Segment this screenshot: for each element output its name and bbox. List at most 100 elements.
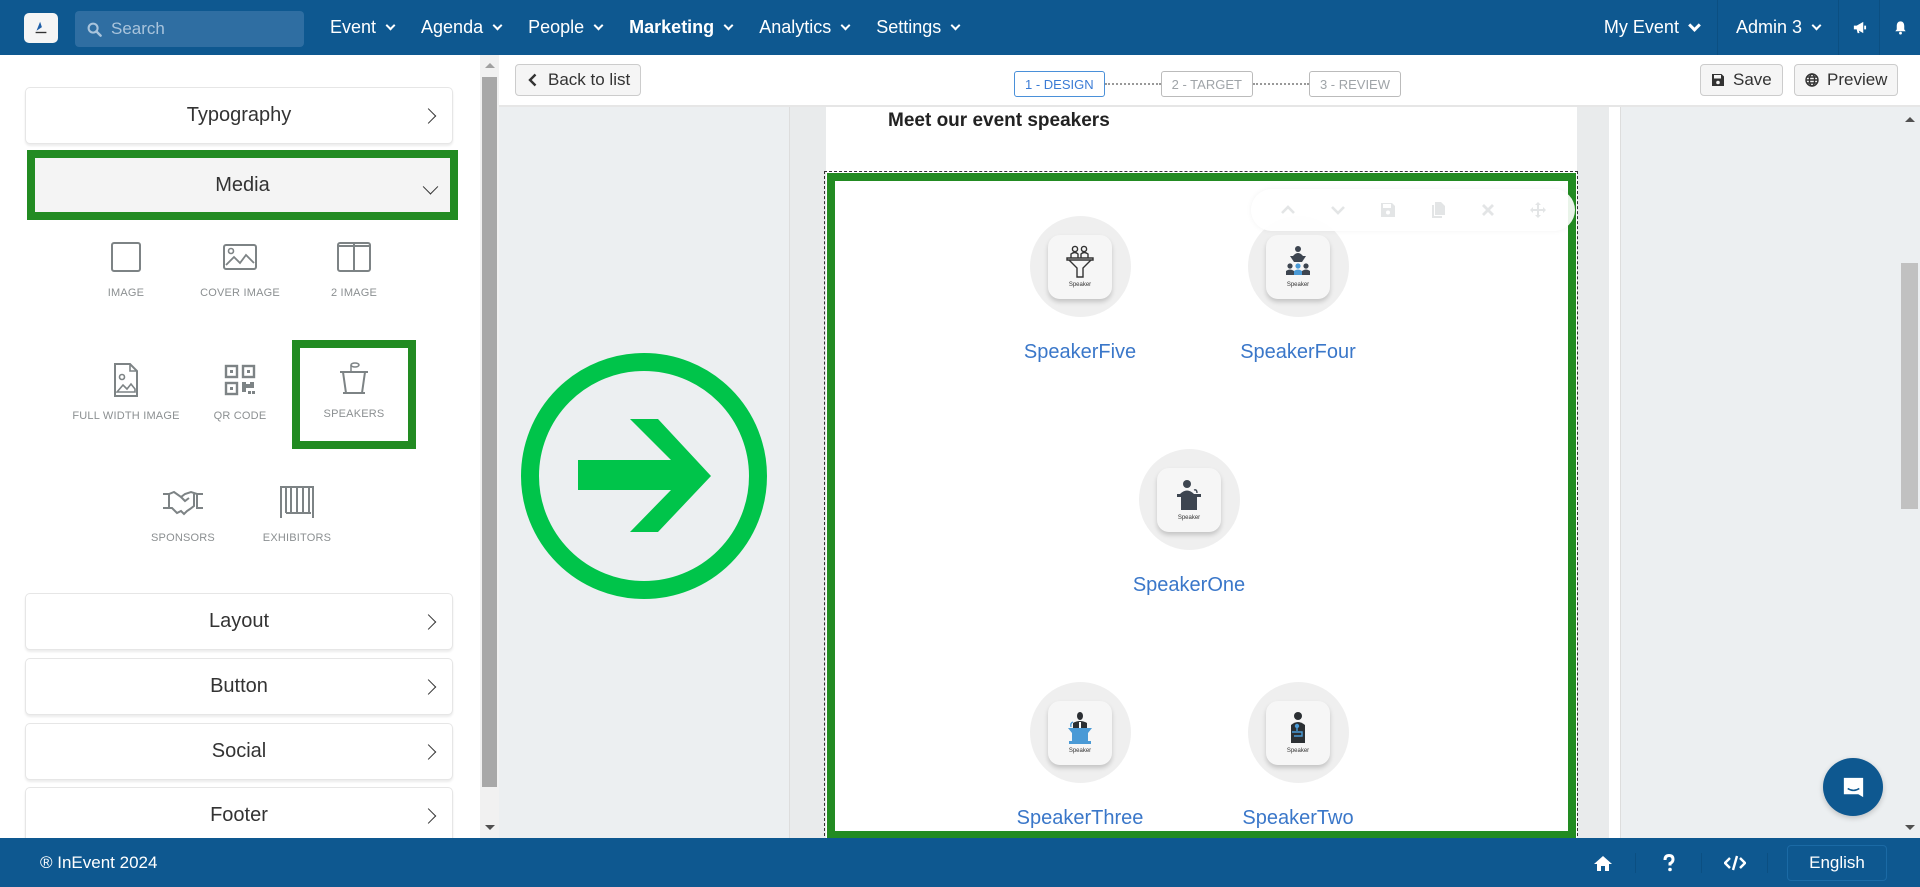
speaker-name[interactable]: SpeakerOne [1133,574,1245,597]
chevron-down-icon [422,179,439,195]
help-button[interactable] [1636,852,1702,873]
copy-icon[interactable] [1429,201,1447,219]
scroll-down-arrow-icon[interactable] [1905,825,1915,830]
step-target[interactable]: 2 - TARGET [1160,71,1253,97]
nav-analytics[interactable]: Analytics [759,17,851,38]
accordion-layout[interactable]: Layout [25,593,453,650]
speaker-avatar: Speaker [1247,682,1349,783]
chevron-down-icon [1688,18,1701,32]
speaker-image: Speaker [1157,467,1221,532]
inevent-logo[interactable] [24,13,58,43]
nav-label: Analytics [759,17,832,37]
language-selector[interactable]: English [1787,844,1887,881]
speaker-caption: Speaker [1177,515,1201,521]
notifications-button[interactable] [1879,0,1920,55]
nav-people[interactable]: People [528,17,604,38]
block-two-image[interactable]: 2 IMAGE [299,227,409,327]
search-box[interactable] [75,11,304,47]
event-selector-label: My Event [1603,17,1679,37]
block-speakers[interactable]: SPEAKERS [292,340,416,449]
nav-label: Marketing [629,17,715,37]
block-sponsors[interactable]: SPONSORS [128,472,238,572]
scrollbar-thumb[interactable] [482,77,497,787]
block-image[interactable]: IMAGE [71,227,181,327]
speaker-card[interactable]: Speaker SpeakerFour [1198,216,1398,364]
speaker-name[interactable]: SpeakerFive [1024,341,1136,364]
nav-event[interactable]: Event [330,17,396,38]
accordion-label: Social [211,740,267,762]
speaker-name[interactable]: SpeakerTwo [1242,807,1353,830]
scrollbar-thumb[interactable] [1901,263,1918,509]
top-right-controls: My Event Admin 3 [1586,0,1920,55]
speaker-card[interactable]: Speaker SpeakerThree [980,682,1180,830]
scroll-down-arrow-icon[interactable] [485,825,495,830]
chevron-down-icon [723,20,734,30]
bell-icon [1894,21,1906,35]
step-review[interactable]: 3 - REVIEW [1308,71,1402,97]
save-icon[interactable] [1379,201,1397,219]
accordion-social[interactable]: Social [25,723,453,780]
accordion-label: Layout [208,610,270,632]
qr-code-icon [224,364,256,396]
accordion-button[interactable]: Button [25,658,453,715]
block-full-width-image[interactable]: FULL WIDTH IMAGE [71,350,181,450]
step-design[interactable]: 1 - DESIGN [1014,71,1105,97]
delete-icon[interactable] [1479,201,1497,219]
footer-bar: ® InEvent 2024 English [0,838,1920,887]
speaker-caption: Speaker [1068,748,1092,754]
announcements-button[interactable] [1838,0,1879,55]
block-qr-code[interactable]: QR CODE [185,350,295,450]
chat-support-button[interactable] [1823,758,1883,816]
save-label: Save [1733,70,1772,89]
speaker-card[interactable]: Speaker SpeakerFive [980,216,1180,364]
tile-label: EXHIBITORS [262,532,332,544]
speaker-name[interactable]: SpeakerThree [1017,807,1144,830]
wizard-steps: 1 - DESIGN 2 - TARGET 3 - REVIEW [1014,71,1402,97]
user-menu[interactable]: Admin 3 [1716,0,1838,55]
scroll-up-arrow-icon[interactable] [1905,117,1915,122]
tile-label: SPEAKERS [323,408,385,420]
nav-agenda[interactable]: Agenda [421,17,503,38]
nav-settings[interactable]: Settings [876,17,961,38]
move-up-icon[interactable] [1279,201,1297,219]
accordion-footer[interactable]: Footer [25,787,453,838]
speaker-name[interactable]: SpeakerFour [1240,341,1356,364]
block-exhibitors[interactable]: EXHIBITORS [242,472,352,572]
copyright-text: ® InEvent 2024 [40,853,158,872]
drag-icon[interactable] [1529,201,1547,219]
accordion-media[interactable]: Media [27,150,458,220]
blocks-sidebar: Typography Media IMAGE COVER IMAGE 2 IMA… [0,55,480,838]
chevron-down-icon [492,20,503,30]
user-menu-label: Admin 3 [1735,17,1802,37]
speaker-image: Speaker [1266,700,1330,765]
speaker-card[interactable]: Speaker SpeakerTwo [1198,682,1398,830]
arrow-right-circle-icon [521,353,767,599]
move-down-icon[interactable] [1329,201,1347,219]
search-icon [87,22,102,37]
tile-label: QR CODE [213,410,267,422]
main-nav: Event Agenda People Marketing Analytics … [330,0,986,55]
canvas-scrollbar[interactable] [1899,107,1920,838]
embed-code-button[interactable] [1702,852,1768,873]
scroll-up-arrow-icon[interactable] [485,63,495,68]
save-button[interactable]: Save [1700,64,1783,96]
accordion-typography[interactable]: Typography [25,87,453,144]
tile-label: 2 IMAGE [330,287,378,299]
preview-button[interactable]: Preview [1794,64,1899,96]
step-connector [1104,83,1161,85]
chevron-right-icon [420,678,437,695]
tile-label: SPONSORS [151,532,215,544]
sidebar-scrollbar[interactable] [480,55,499,838]
search-input[interactable] [111,19,281,39]
back-to-list-button[interactable]: Back to list [515,64,642,96]
event-selector[interactable]: My Event [1586,0,1717,55]
footer-actions: English [1570,838,1887,887]
block-cover-image[interactable]: COVER IMAGE [185,227,295,327]
nav-marketing[interactable]: Marketing [629,17,734,38]
speaker-lectern-icon [1068,712,1092,744]
nav-label: Settings [876,17,942,37]
home-button[interactable] [1570,852,1636,873]
email-heading[interactable]: Meet our event speakers [888,110,1110,132]
nav-label: Event [330,17,377,37]
speaker-card[interactable]: Speaker SpeakerOne [1089,449,1289,597]
